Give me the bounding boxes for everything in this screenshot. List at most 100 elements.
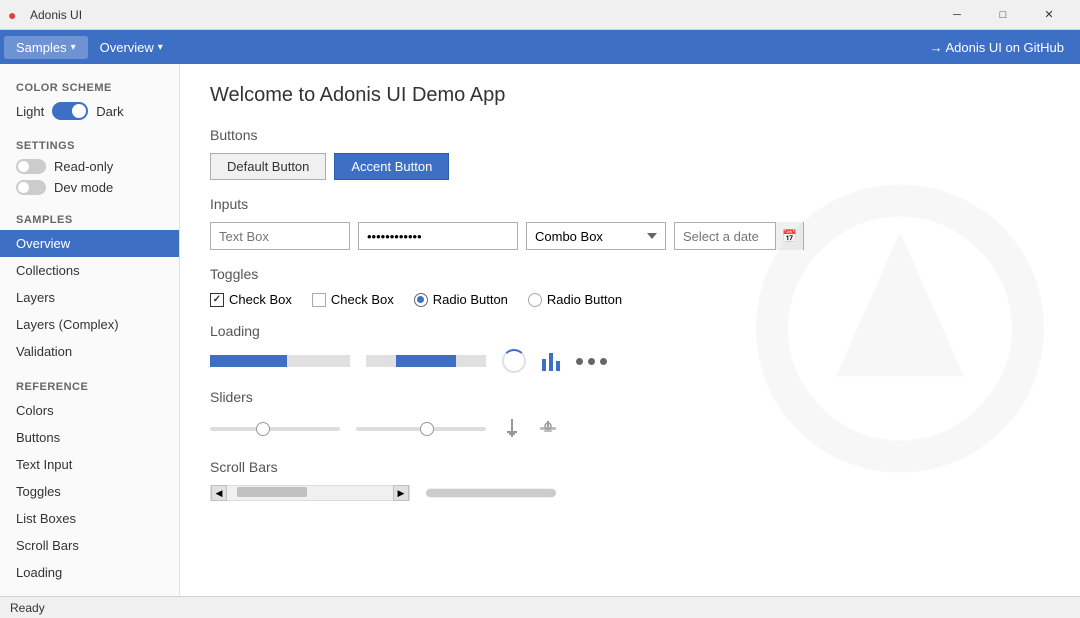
light-label: Light: [16, 104, 44, 119]
radio-unchecked-item[interactable]: Radio Button: [528, 292, 622, 307]
minimize-button[interactable]: ─: [934, 0, 980, 30]
checkbox-unchecked-item[interactable]: Check Box: [312, 292, 394, 307]
radio-unchecked-circle: [528, 293, 542, 307]
toggles-section-title: Toggles: [210, 266, 1050, 282]
thin-scrollbar: [426, 488, 556, 498]
accent-button[interactable]: Accent Button: [334, 153, 449, 180]
dots-loading: [576, 358, 607, 365]
scrollbars-section-title: Scroll Bars: [210, 459, 1050, 475]
buttons-row: Default Button Accent Button: [210, 153, 1050, 180]
bar-2: [549, 353, 553, 371]
page-title: Welcome to Adonis UI Demo App: [210, 84, 1050, 107]
date-picker: 📅: [674, 222, 804, 250]
checkbox-checked-box: [210, 293, 224, 307]
dev-mode-toggle[interactable]: [16, 180, 46, 195]
sidebar-item-text-input[interactable]: Text Input: [0, 451, 179, 478]
password-input[interactable]: [358, 222, 518, 250]
main-layout: COLOR SCHEME Light Dark SETTINGS Read-on…: [0, 64, 1080, 596]
window-controls: ─ □ ✕: [934, 0, 1072, 30]
dot-1: [576, 358, 583, 365]
status-text: Ready: [10, 601, 45, 615]
slider-icon-1: [502, 415, 522, 443]
content-area: A Welcome to Adonis UI Demo App Buttons …: [180, 64, 1080, 596]
progress-bar-determinate: [210, 355, 350, 367]
sidebar-item-collections[interactable]: Collections: [0, 257, 179, 284]
date-input[interactable]: [675, 223, 775, 249]
close-button[interactable]: ✕: [1026, 0, 1072, 30]
color-scheme-title: COLOR SCHEME: [0, 74, 179, 98]
dark-label: Dark: [96, 104, 123, 119]
reference-title: REFERENCE: [0, 373, 179, 397]
sidebar-item-loading[interactable]: Loading: [0, 559, 179, 586]
sidebar-item-toggles[interactable]: Toggles: [0, 478, 179, 505]
sidebar-item-overview[interactable]: Overview: [0, 230, 179, 257]
scroll-track: [227, 486, 393, 500]
progress-fill-2: [396, 355, 456, 367]
window-title: Adonis UI: [30, 8, 934, 22]
bar-1: [542, 359, 546, 371]
thin-scroll-thumb[interactable]: [426, 489, 556, 497]
app-icon: ●: [8, 7, 24, 23]
sidebar-item-list-boxes[interactable]: List Boxes: [0, 505, 179, 532]
scroll-right-btn[interactable]: ▶: [393, 485, 409, 501]
menu-samples-label: Samples: [16, 40, 67, 55]
slider-2[interactable]: [356, 427, 486, 431]
github-link[interactable]: → Adonis UI on GitHub: [918, 36, 1076, 59]
slider-1[interactable]: [210, 427, 340, 431]
calendar-icon: 📅: [782, 229, 797, 243]
status-bar: Ready: [0, 596, 1080, 618]
dev-mode-label: Dev mode: [54, 180, 113, 195]
scrollbar-demo: ◀ ▶: [210, 485, 1050, 501]
sidebar-item-layers[interactable]: Layers: [0, 284, 179, 311]
color-scheme-toggle[interactable]: [52, 102, 88, 120]
combo-box[interactable]: Combo Box Option A Option B: [526, 222, 666, 250]
menu-overview-label: Overview: [100, 40, 154, 55]
dot-2: [588, 358, 595, 365]
sidebar: COLOR SCHEME Light Dark SETTINGS Read-on…: [0, 64, 180, 596]
sliders-row: [210, 415, 1050, 443]
radio-unchecked-label: Radio Button: [547, 292, 622, 307]
checkbox-checked-label: Check Box: [229, 292, 292, 307]
dot-3: [600, 358, 607, 365]
samples-title: SAMPLES: [0, 206, 179, 230]
radio-checked-item[interactable]: Radio Button: [414, 292, 508, 307]
calendar-button[interactable]: 📅: [775, 222, 803, 250]
sliders-section-title: Sliders: [210, 389, 1050, 405]
menu-samples-arrow: ▾: [71, 42, 76, 53]
checkbox-checked-item[interactable]: Check Box: [210, 292, 292, 307]
sidebar-item-colors[interactable]: Colors: [0, 397, 179, 424]
text-box-input[interactable]: [210, 222, 350, 250]
loading-section-title: Loading: [210, 323, 1050, 339]
bar-3: [556, 361, 560, 371]
read-only-label: Read-only: [54, 159, 113, 174]
maximize-button[interactable]: □: [980, 0, 1026, 30]
menu-item-overview[interactable]: Overview ▾: [88, 36, 175, 59]
radio-checked-label: Radio Button: [433, 292, 508, 307]
bars-loading: [542, 351, 560, 371]
scroll-left-btn[interactable]: ◀: [211, 485, 227, 501]
checkbox-unchecked-label: Check Box: [331, 292, 394, 307]
menu-item-samples[interactable]: Samples ▾: [4, 36, 88, 59]
checkbox-unchecked-box: [312, 293, 326, 307]
color-scheme-row: Light Dark: [0, 98, 179, 124]
inputs-section-title: Inputs: [210, 196, 1050, 212]
sidebar-item-scroll-bars[interactable]: Scroll Bars: [0, 532, 179, 559]
menu-bar: Samples ▾ Overview ▾ → Adonis UI on GitH…: [0, 30, 1080, 64]
default-button[interactable]: Default Button: [210, 153, 326, 180]
slider-icon-2: [538, 415, 558, 443]
sidebar-item-layers-complex[interactable]: Layers (Complex): [0, 311, 179, 338]
scroll-thumb[interactable]: [237, 487, 307, 497]
progress-fill-1: [210, 355, 287, 367]
title-bar: ● Adonis UI ─ □ ✕: [0, 0, 1080, 30]
spinner: [502, 349, 526, 373]
dev-mode-row: Dev mode: [0, 177, 179, 198]
settings-title: SETTINGS: [0, 132, 179, 156]
progress-bar-indeterminate: [366, 355, 486, 367]
sidebar-item-buttons[interactable]: Buttons: [0, 424, 179, 451]
buttons-section-title: Buttons: [210, 127, 1050, 143]
toggles-row: Check Box Check Box Radio Button Radio B…: [210, 292, 1050, 307]
loading-row: [210, 349, 1050, 373]
radio-checked-circle: [414, 293, 428, 307]
sidebar-item-validation[interactable]: Validation: [0, 338, 179, 365]
read-only-toggle[interactable]: [16, 159, 46, 174]
